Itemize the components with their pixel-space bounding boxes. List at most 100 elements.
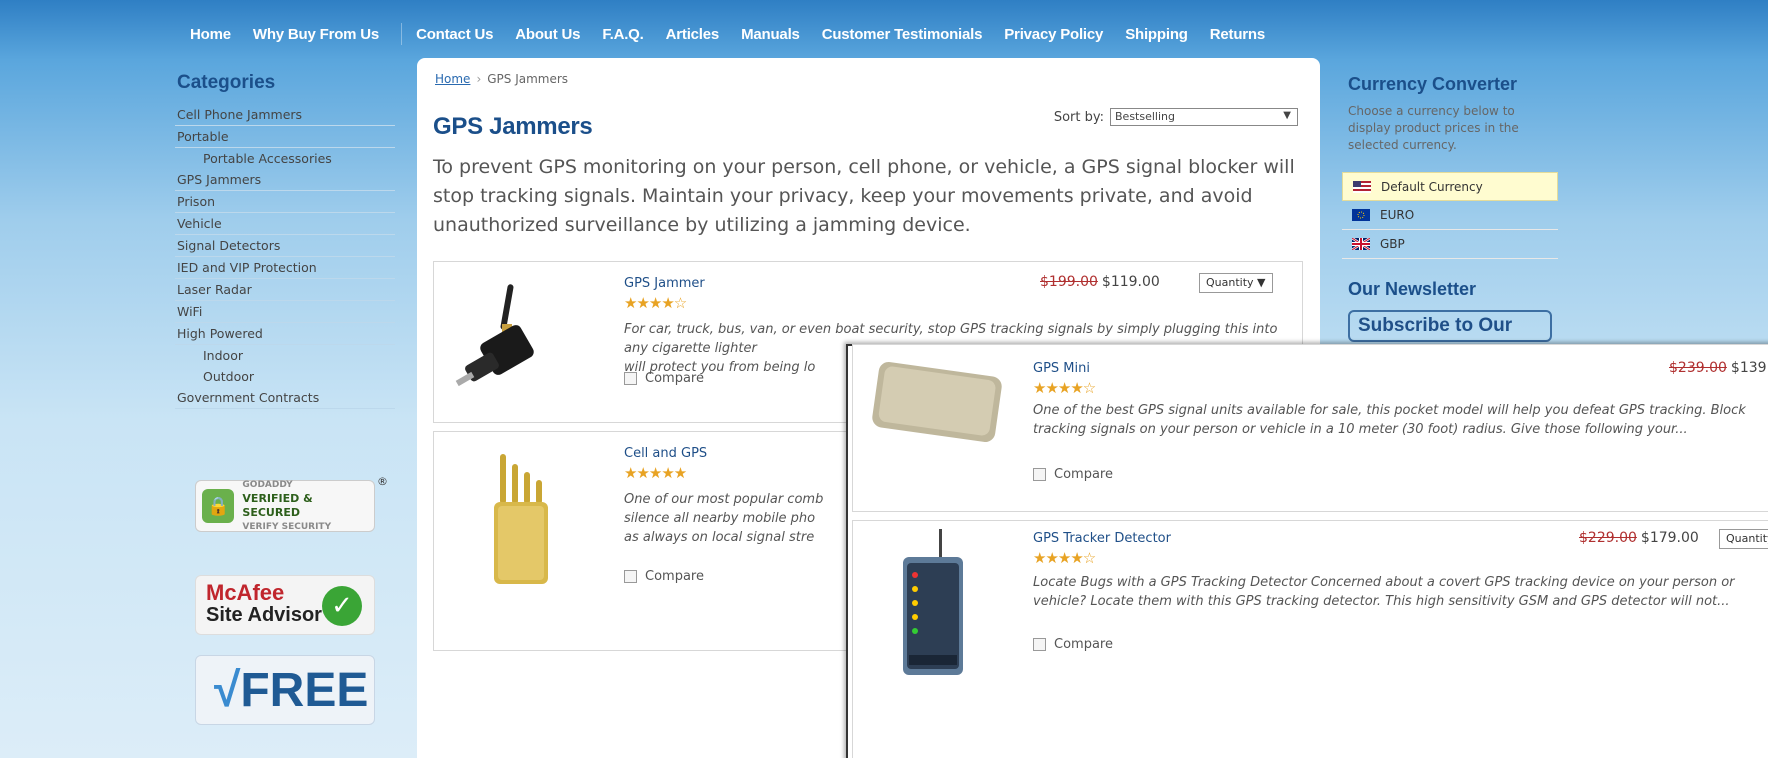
product-name[interactable]: GPS Jammer	[624, 276, 705, 291]
sort-value: Bestselling	[1115, 110, 1175, 123]
product-price: $229.00 $179.00	[1579, 530, 1699, 546]
product-price: $199.00 $119.00	[1040, 274, 1160, 290]
category-item[interactable]: Prison	[175, 191, 395, 213]
gps-jammer-image[interactable]	[454, 280, 594, 400]
currency-list: Default Currency EURO GBP	[1342, 172, 1558, 259]
eu-flag-icon	[1352, 209, 1370, 221]
compare-label: Compare	[645, 569, 704, 584]
star-rating-icon: ★★★★★	[624, 464, 687, 482]
nav-why-buy[interactable]: Why Buy From Us	[253, 26, 379, 43]
currency-heading: Currency Converter	[1348, 74, 1518, 94]
category-item[interactable]: WiFi	[175, 301, 395, 323]
old-price: $229.00	[1579, 530, 1637, 546]
category-item[interactable]: High Powered	[175, 323, 395, 345]
nav-testimonials[interactable]: Customer Testimonials	[822, 26, 983, 43]
category-item[interactable]: Laser Radar	[175, 279, 395, 301]
star-rating-icon: ★★★★☆	[1033, 549, 1096, 567]
compare-checkbox[interactable]: Compare	[624, 371, 704, 386]
free-label: FREE	[240, 664, 369, 717]
mcafee-badge[interactable]: McAfee Site Advisor ✓	[195, 575, 375, 635]
category-item[interactable]: Portable	[175, 126, 395, 148]
breadcrumb-separator: ›	[476, 72, 482, 86]
sale-price: $139.00	[1730, 360, 1768, 376]
nav-faq[interactable]: F.A.Q.	[602, 26, 644, 43]
nav-home[interactable]: Home	[190, 26, 231, 43]
product-price: $239.00$139.00	[1669, 360, 1768, 376]
nav-contact[interactable]: Contact Us	[416, 26, 493, 43]
sort-select[interactable]: Bestselling ▼	[1110, 108, 1298, 126]
nav-about[interactable]: About Us	[515, 26, 580, 43]
godaddy-main-label: VERIFIED & SECURED	[242, 492, 313, 519]
product-name[interactable]: Cell and GPS	[624, 446, 707, 461]
quantity-select[interactable]: Quantity	[1719, 529, 1768, 549]
category-item[interactable]: Outdoor	[175, 366, 395, 387]
category-item[interactable]: IED and VIP Protection	[175, 257, 395, 279]
categories-heading: Categories	[177, 72, 276, 93]
product-name[interactable]: GPS Mini	[1033, 361, 1090, 376]
uk-flag-icon	[1352, 238, 1370, 250]
compare-checkbox[interactable]: Compare	[624, 569, 704, 584]
dropdown-arrow-icon: ▼	[1283, 110, 1291, 121]
currency-option-default[interactable]: Default Currency	[1342, 172, 1558, 201]
sort-label: Sort by:	[1053, 109, 1104, 125]
category-item[interactable]: Signal Detectors	[175, 235, 395, 257]
currency-label: GBP	[1380, 237, 1405, 251]
sale-price: $179.00	[1640, 530, 1699, 546]
subscribe-button[interactable]: Subscribe to Our	[1348, 310, 1552, 342]
gps-mini-image[interactable]	[867, 359, 1007, 449]
old-price: $239.00	[1669, 360, 1727, 376]
free-shipping-badge[interactable]: √FREE	[195, 655, 375, 725]
quantity-label: Quantity	[1206, 276, 1254, 289]
product-name[interactable]: GPS Tracker Detector	[1033, 531, 1171, 546]
category-item[interactable]: GPS Jammers	[175, 169, 395, 191]
old-price: $199.00	[1040, 274, 1098, 290]
currency-label: EURO	[1380, 208, 1415, 222]
cell-gps-jammer-image[interactable]	[454, 450, 594, 590]
compare-checkbox[interactable]: Compare	[1033, 637, 1113, 652]
categories-sidebar: Categories Cell Phone Jammers Portable P…	[175, 60, 395, 758]
currency-label: Default Currency	[1381, 179, 1483, 194]
registered-icon: ®	[377, 475, 388, 488]
nav-shipping[interactable]: Shipping	[1125, 26, 1188, 43]
checkbox-icon[interactable]	[1033, 468, 1046, 481]
breadcrumb: Home › GPS Jammers	[435, 72, 568, 86]
intro-text: To prevent GPS monitoring on your person…	[433, 156, 1295, 236]
currency-description: Choose a currency below to display produ…	[1348, 104, 1519, 152]
category-item[interactable]: Indoor	[175, 345, 395, 366]
us-flag-icon	[1353, 180, 1371, 193]
godaddy-text: GODADDY VERIFIED & SECURED VERIFY SECURI…	[242, 478, 368, 534]
checkbox-icon[interactable]	[624, 570, 637, 583]
category-item[interactable]: Government Contracts	[175, 387, 395, 409]
godaddy-sub-label: VERIFY SECURITY	[242, 522, 332, 532]
check-v-icon: √	[214, 664, 241, 717]
currency-option-euro[interactable]: EURO	[1342, 201, 1558, 230]
nav-articles[interactable]: Articles	[666, 26, 720, 43]
quantity-select[interactable]: Quantity ▼	[1199, 273, 1273, 293]
nav-divider	[401, 23, 403, 45]
nav-returns[interactable]: Returns	[1210, 26, 1265, 43]
overlay-product-panel: GPS Mini ★★★★☆ $239.00$139.00 One of the…	[846, 344, 1768, 758]
checkmark-icon: ✓	[322, 586, 362, 626]
category-item[interactable]: Portable Accessories	[175, 148, 395, 169]
nav-privacy[interactable]: Privacy Policy	[1004, 26, 1103, 43]
currency-option-gbp[interactable]: GBP	[1342, 230, 1558, 259]
godaddy-badge[interactable]: 🔒 GODADDY VERIFIED & SECURED VERIFY SECU…	[195, 475, 388, 534]
dropdown-arrow-icon: ▼	[1257, 276, 1266, 289]
breadcrumb-home[interactable]: Home	[435, 72, 470, 86]
compare-label: Compare	[645, 371, 704, 386]
gps-tracker-detector-image[interactable]	[893, 527, 973, 677]
category-list: Cell Phone Jammers Portable Portable Acc…	[175, 104, 395, 409]
category-item[interactable]: Cell Phone Jammers	[175, 104, 395, 126]
checkbox-icon[interactable]	[624, 372, 637, 385]
newsletter-heading: Our Newsletter	[1348, 279, 1477, 299]
compare-checkbox[interactable]: Compare	[1033, 467, 1113, 482]
sort-control: Sort by: Bestselling ▼	[1054, 108, 1298, 126]
sale-price: $119.00	[1101, 274, 1160, 290]
star-rating-icon: ★★★★☆	[624, 294, 687, 312]
nav-manuals[interactable]: Manuals	[741, 26, 800, 43]
checkbox-icon[interactable]	[1033, 638, 1046, 651]
breadcrumb-current: GPS Jammers	[487, 72, 569, 86]
product-card: GPS Mini ★★★★☆ $239.00$139.00 One of the…	[852, 344, 1768, 512]
top-navigation: Home Why Buy From Us Contact Us About Us…	[190, 16, 1287, 52]
category-item[interactable]: Vehicle	[175, 213, 395, 235]
